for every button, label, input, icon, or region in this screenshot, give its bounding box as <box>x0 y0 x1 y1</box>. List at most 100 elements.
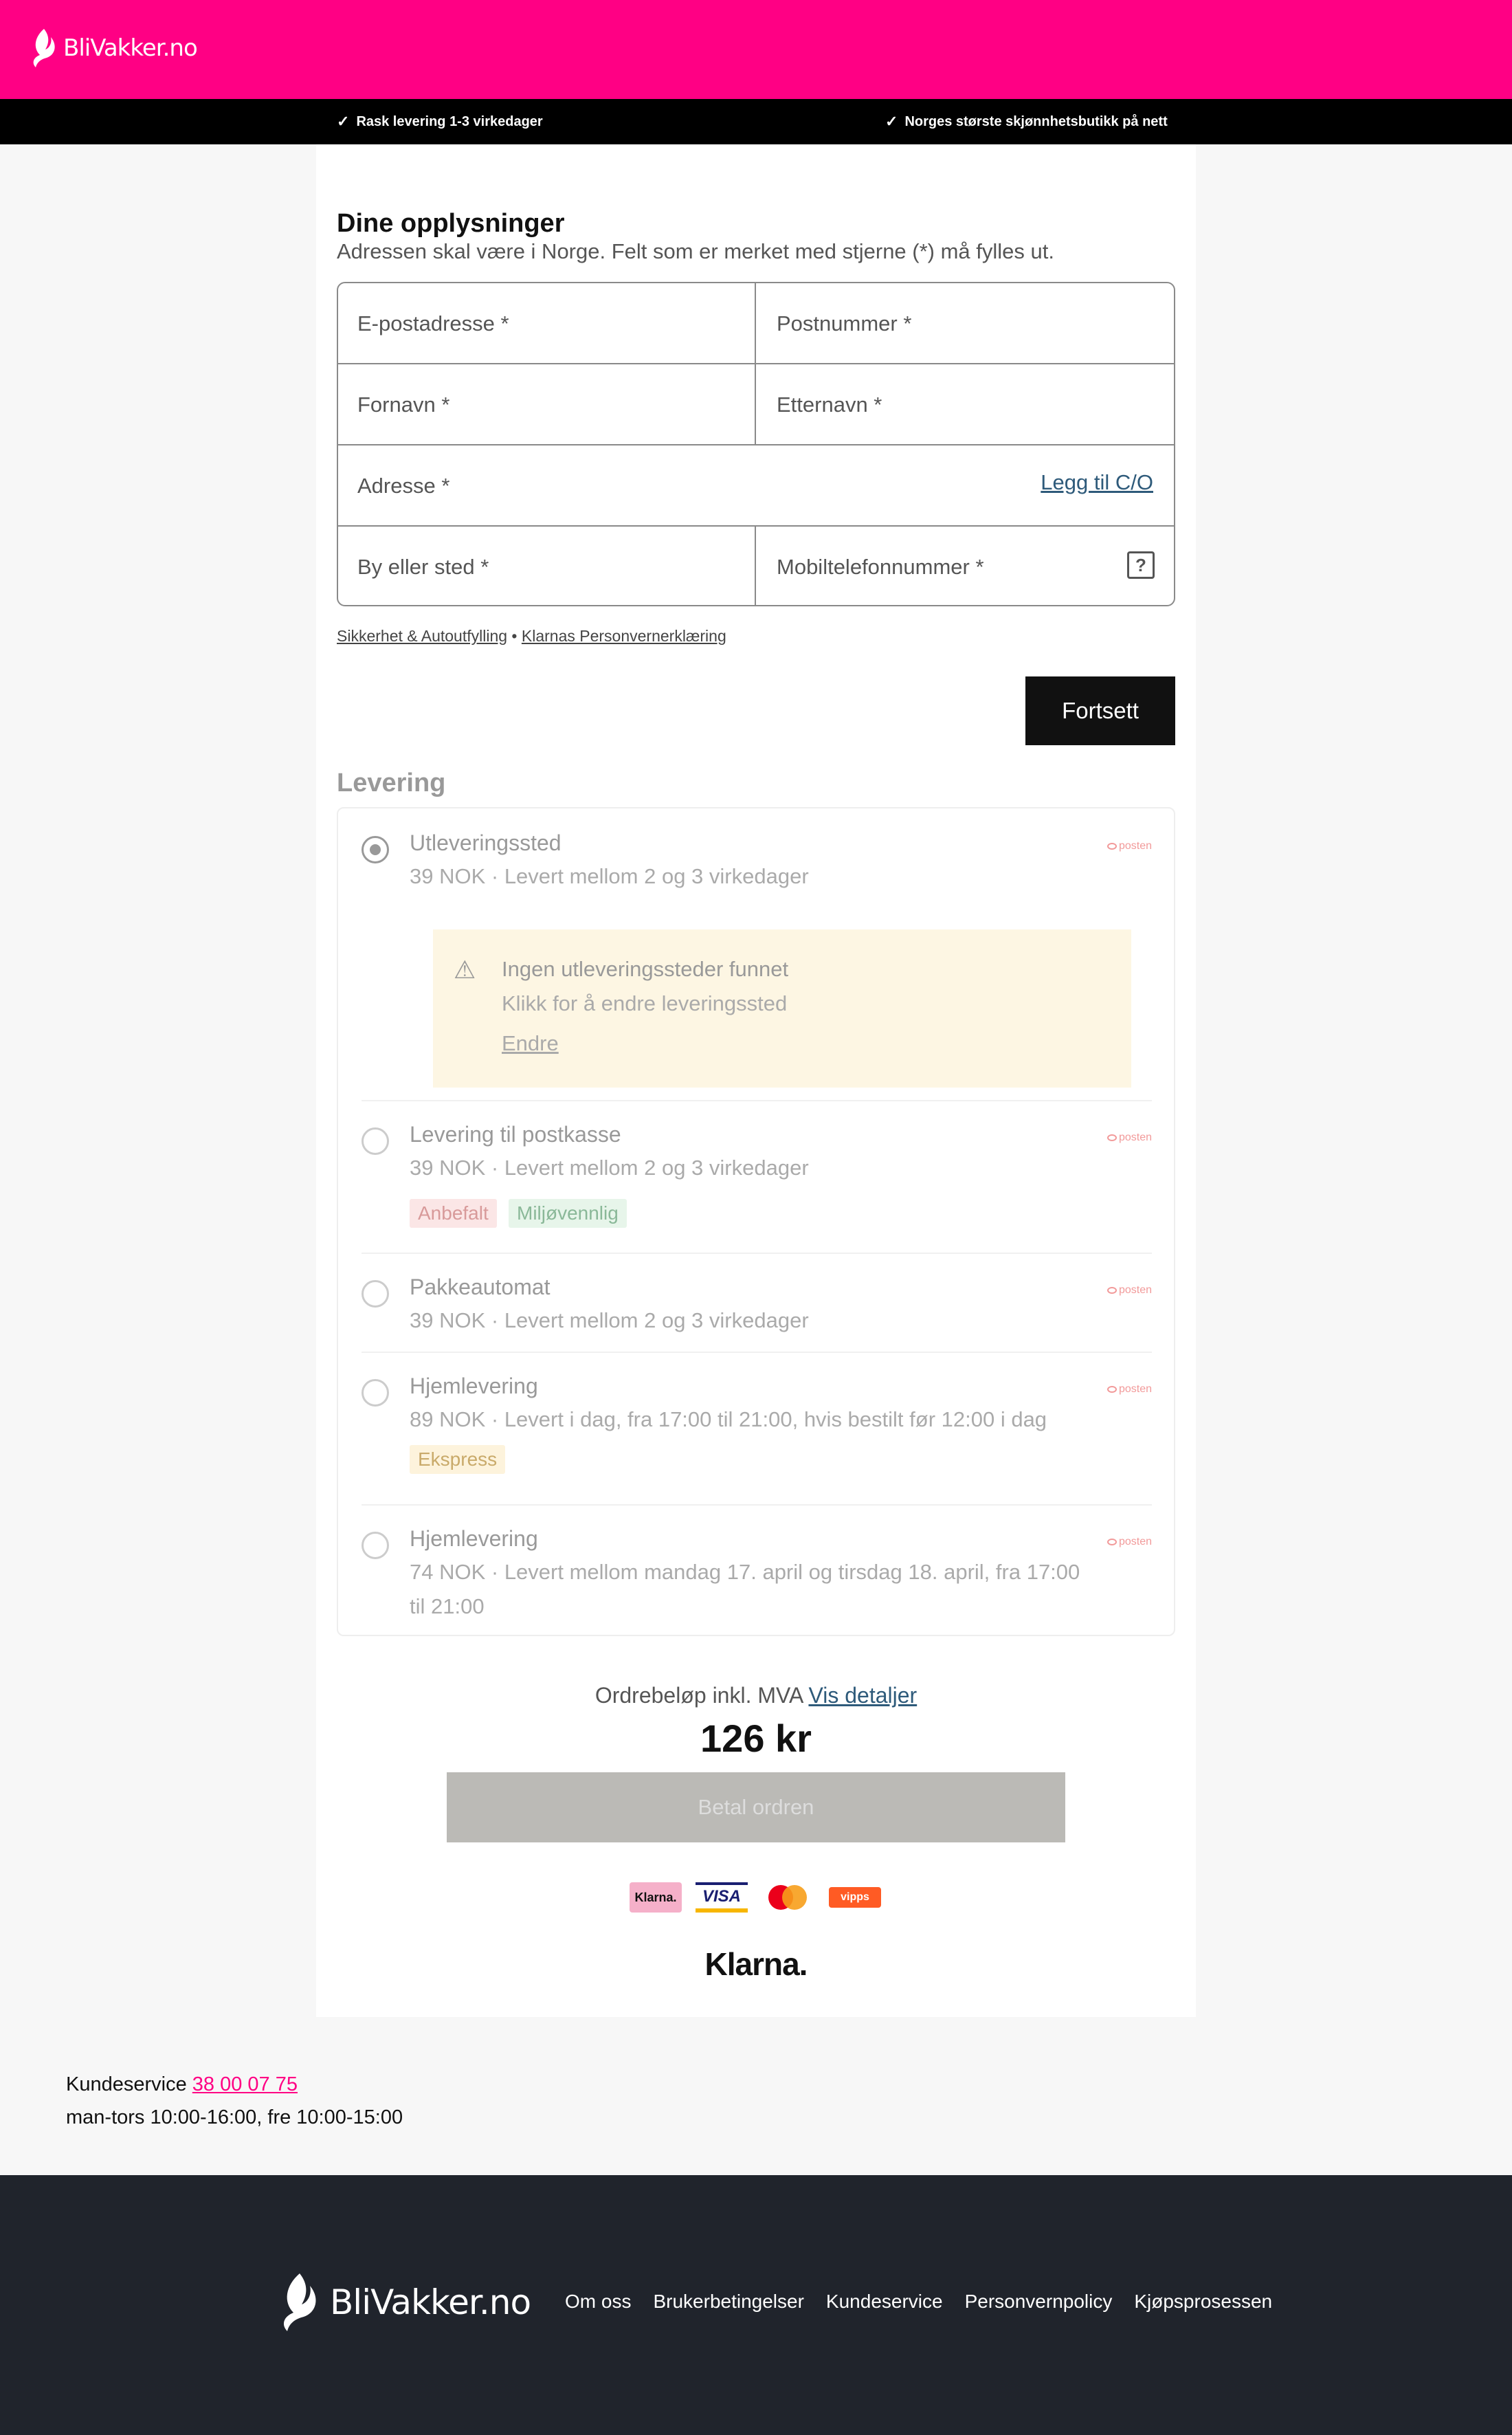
option-name: Hjemlevering <box>410 1374 538 1398</box>
carrier-name: posten <box>1118 1284 1152 1296</box>
posten-icon <box>1107 1386 1117 1393</box>
logo-text: BliVakker.no <box>330 2282 531 2322</box>
lastname-placeholder: Etternavn * <box>777 393 882 417</box>
usp-item: ✓ Norges største skjønnhetsbutikk på net… <box>885 99 1168 144</box>
posten-icon <box>1107 1539 1117 1545</box>
link-separator: • <box>511 627 518 645</box>
site-footer: BliVakker.no Om oss Brukerbetingelser Ku… <box>0 2175 1512 2435</box>
radio-selected[interactable] <box>362 836 389 863</box>
delivery-option-mailbox[interactable]: Levering til postkasse 39 NOK · Levert m… <box>362 1122 1152 1228</box>
radio-button[interactable] <box>362 1379 389 1407</box>
usp-text: Norges største skjønnhetsbutikk på nett <box>904 113 1168 129</box>
option-desc: 74 NOK · Levert mellom mandag 17. april … <box>410 1560 1080 1618</box>
address-form: E-postadresse * Postnummer * Fornavn * E… <box>337 282 1175 606</box>
delivery-title: Levering <box>337 769 446 797</box>
posten-logo: posten <box>1107 1284 1152 1297</box>
view-details-link[interactable]: Vis detaljer <box>808 1683 917 1708</box>
tag-express: Ekspress <box>410 1445 506 1474</box>
posten-logo: posten <box>1107 1536 1152 1548</box>
klarna-privacy-link[interactable]: Klarnas Personvernerklæring <box>522 627 726 645</box>
continue-button[interactable]: Fortsett <box>1025 676 1175 745</box>
warning-icon: ⚠ <box>454 956 476 984</box>
radio-button[interactable] <box>362 1280 389 1308</box>
radio-button[interactable] <box>362 1532 389 1559</box>
delivery-option-pickup-point[interactable]: Utleveringssted 39 NOK · Levert mellom 2… <box>362 830 1152 1092</box>
divider <box>362 1504 1152 1506</box>
tag-recommended: Anbefalt <box>410 1199 497 1228</box>
footer-link-customer-service[interactable]: Kundeservice <box>826 2291 943 2313</box>
vipps-icon: vipps <box>829 1887 881 1908</box>
option-name: Hjemlevering <box>410 1526 538 1551</box>
postcode-placeholder: Postnummer * <box>777 311 912 335</box>
help-icon[interactable]: ? <box>1127 551 1155 579</box>
pay-button[interactable]: Betal ordren <box>447 1772 1065 1842</box>
footer-link-privacy[interactable]: Personvernpolicy <box>965 2291 1113 2313</box>
posten-icon <box>1107 1287 1117 1294</box>
service-line: Kundeservice 38 00 07 75 <box>66 2068 403 2101</box>
delivery-options: Utleveringssted 39 NOK · Levert mellom 2… <box>337 807 1175 1636</box>
posten-logo: posten <box>1107 840 1152 852</box>
radio-button[interactable] <box>362 1127 389 1155</box>
phone-field[interactable]: Mobiltelefonnummer * <box>757 527 1142 605</box>
option-desc: 39 NOK · Levert mellom 2 og 3 virkedager <box>410 1308 809 1332</box>
email-field[interactable]: E-postadresse * <box>338 283 756 364</box>
carrier-name: posten <box>1118 1536 1152 1547</box>
form-links: Sikkerhet & Autoutfylling • Klarnas Pers… <box>337 627 726 646</box>
delivery-option-home[interactable]: Hjemlevering 74 NOK · Levert mellom mand… <box>362 1526 1152 1622</box>
footer-link-terms[interactable]: Brukerbetingelser <box>653 2291 803 2313</box>
city-placeholder: By eller sted * <box>357 555 489 579</box>
logo-text: BliVakker.no <box>63 34 198 62</box>
postcode-field[interactable]: Postnummer * <box>757 283 1174 364</box>
warning-text: Klikk for å endre leveringssted <box>502 991 788 1015</box>
footer-links: Om oss Brukerbetingelser Kundeservice Pe… <box>565 2291 1272 2313</box>
footer-link-purchase-process[interactable]: Kjøpsprosessen <box>1134 2291 1272 2313</box>
details-subtitle: Adressen skal være i Norge. Felt som er … <box>337 239 1054 263</box>
order-total: 126 kr <box>700 1717 812 1760</box>
order-total-label: Ordrebeløp inkl. MVA Vis detaljer <box>316 1683 1196 1708</box>
city-field[interactable]: By eller sted * <box>338 527 756 605</box>
change-link[interactable]: Endre <box>502 1031 559 1056</box>
add-co-link[interactable]: Legg til C/O <box>1041 470 1153 495</box>
security-autofill-link[interactable]: Sikkerhet & Autoutfylling <box>337 627 507 645</box>
divider <box>338 363 1174 364</box>
divider <box>755 525 756 605</box>
total-label: Ordrebeløp inkl. MVA <box>594 1683 803 1708</box>
address-placeholder: Adresse * <box>357 474 450 498</box>
visa-icon: VISA <box>696 1882 748 1913</box>
firstname-field[interactable]: Fornavn * <box>338 364 756 445</box>
delivery-option-parcel-locker[interactable]: Pakkeautomat 39 NOK · Levert mellom 2 og… <box>362 1275 1152 1343</box>
customer-service: Kundeservice 38 00 07 75 man-tors 10:00-… <box>66 2068 403 2134</box>
delivery-option-home-express[interactable]: Hjemlevering 89 NOK · Levert i dag, fra … <box>362 1374 1152 1477</box>
divider <box>362 1253 1152 1254</box>
lastname-field[interactable]: Etternavn * <box>757 364 1174 445</box>
option-name: Utleveringssted <box>410 830 562 855</box>
tag-eco-friendly: Miljøvennlig <box>509 1199 627 1228</box>
phone-placeholder: Mobiltelefonnummer * <box>777 555 984 579</box>
carrier-name: posten <box>1118 840 1152 852</box>
service-phone-link[interactable]: 38 00 07 75 <box>192 2073 298 2095</box>
divider <box>755 283 756 445</box>
option-desc: 39 NOK · Levert mellom 2 og 3 virkedager <box>410 1156 809 1180</box>
posten-icon <box>1107 843 1117 850</box>
footer-logo[interactable]: BliVakker.no <box>275 2271 531 2333</box>
divider <box>362 1352 1152 1353</box>
check-icon: ✓ <box>885 113 898 130</box>
firstname-placeholder: Fornavn * <box>357 393 450 417</box>
footer-link-about[interactable]: Om oss <box>565 2291 631 2313</box>
carrier-name: posten <box>1118 1383 1152 1395</box>
check-icon: ✓ <box>337 113 350 130</box>
address-field[interactable]: Adresse * <box>338 445 1163 527</box>
divider <box>338 525 1174 527</box>
warning-title: Ingen utleveringssteder funnet <box>502 957 789 981</box>
klarna-logo: Klarna. <box>704 1946 808 1982</box>
option-name: Pakkeautomat <box>410 1275 551 1299</box>
no-pickup-warning[interactable]: ⚠ Ingen utleveringssteder funnet Klikk f… <box>433 929 1131 1088</box>
posten-logo: posten <box>1107 1132 1152 1144</box>
option-name: Levering til postkasse <box>410 1122 621 1147</box>
option-desc: 89 NOK · Levert i dag, fra 17:00 til 21:… <box>410 1407 1047 1431</box>
usp-item: ✓ Rask levering 1-3 virkedager <box>337 99 543 144</box>
posten-icon <box>1107 1134 1117 1141</box>
mastercard-icon <box>763 1882 815 1913</box>
site-logo[interactable]: BliVakker.no <box>29 27 198 69</box>
logo-icon <box>33 29 55 67</box>
